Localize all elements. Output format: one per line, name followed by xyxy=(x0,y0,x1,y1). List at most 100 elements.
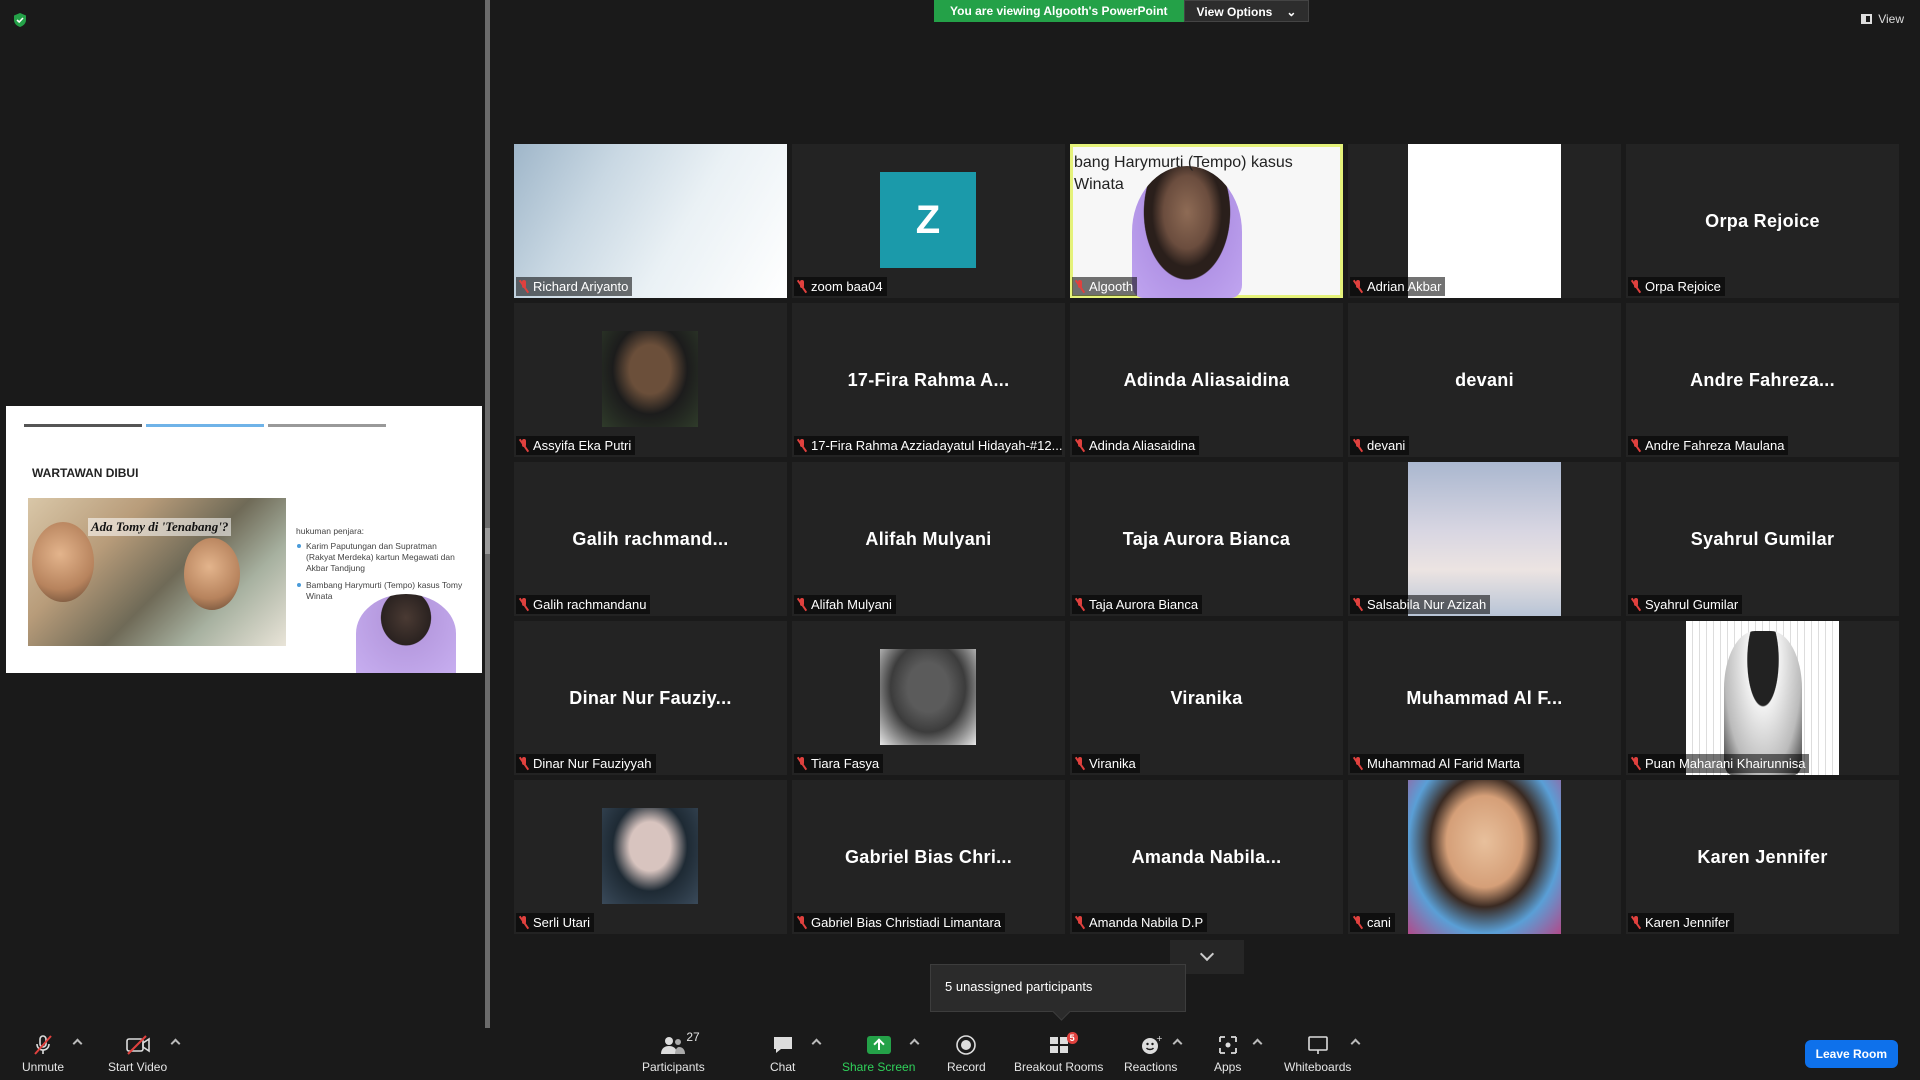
participant-name: devani xyxy=(1367,438,1406,453)
participant-name-label: Adinda Aliasaidina xyxy=(1072,436,1200,455)
share-screen-button[interactable]: Share Screen xyxy=(842,1034,915,1074)
participant-tile[interactable]: Karen Jennifer Karen Jennifer xyxy=(1626,780,1899,934)
mic-muted-icon xyxy=(1631,916,1641,929)
participant-display-name: Galih rachmand... xyxy=(572,528,729,549)
participant-video xyxy=(1686,621,1839,775)
participant-name-label: Galih rachmandanu xyxy=(516,595,651,614)
participant-photo xyxy=(602,331,698,427)
participant-tile[interactable]: Dinar Nur Fauziy... Dinar Nur Fauziyyah xyxy=(514,621,787,775)
breakout-rooms-button[interactable]: 5 Breakout Rooms xyxy=(1014,1032,1103,1074)
participant-tile[interactable]: Richard Ariyanto xyxy=(514,144,787,298)
chevron-down-icon: ⌄ xyxy=(1286,5,1297,19)
participant-tile[interactable]: Puan Maharani Khairunnisa xyxy=(1626,621,1899,775)
avatar: Z xyxy=(880,172,976,268)
participant-video xyxy=(1408,144,1561,298)
mic-muted-icon xyxy=(1075,280,1085,293)
whiteboards-options-caret[interactable] xyxy=(1350,1038,1361,1049)
start-video-label: Start Video xyxy=(108,1060,168,1074)
mic-muted-icon xyxy=(519,916,529,929)
splitter-handle[interactable] xyxy=(485,528,490,554)
mic-muted-icon xyxy=(797,916,807,929)
mic-muted-icon xyxy=(519,280,529,293)
participant-name: Karen Jennifer xyxy=(1645,915,1730,930)
audio-options-caret[interactable] xyxy=(72,1038,83,1049)
participant-tile[interactable]: Serli Utari xyxy=(514,780,787,934)
participant-name-label: devani xyxy=(1350,436,1410,455)
view-label: View xyxy=(1878,12,1904,26)
record-label: Record xyxy=(947,1060,986,1074)
record-button[interactable]: Record xyxy=(947,1034,986,1074)
participant-tile[interactable]: Adrian Akbar xyxy=(1348,144,1621,298)
leave-room-button[interactable]: Leave Room xyxy=(1804,1040,1898,1068)
apps-button[interactable]: Apps xyxy=(1214,1034,1241,1074)
participant-tile[interactable]: devani devani xyxy=(1348,303,1621,457)
participant-video xyxy=(1408,462,1561,616)
participant-name: 17-Fira Rahma Azziadayatul Hidayah-#12..… xyxy=(811,438,1062,453)
view-button[interactable]: View xyxy=(1861,12,1904,26)
participant-display-name: Amanda Nabila... xyxy=(1131,846,1282,867)
unmute-label: Unmute xyxy=(22,1060,65,1074)
slide-person-image xyxy=(32,522,94,602)
mic-muted-icon xyxy=(519,439,529,452)
participant-name-label: Adrian Akbar xyxy=(1350,277,1446,296)
participant-tile[interactable]: Galih rachmand... Galih rachmandanu xyxy=(514,462,787,616)
participant-tile[interactable]: Salsabila Nur Azizah xyxy=(1348,462,1621,616)
participant-name: Viranika xyxy=(1089,756,1136,771)
whiteboards-button[interactable]: Whiteboards xyxy=(1284,1034,1351,1074)
participant-name: Dinar Nur Fauziyyah xyxy=(533,756,652,771)
participant-tile[interactable]: Gabriel Bias Chri... Gabriel Bias Christi… xyxy=(792,780,1065,934)
reactions-button[interactable]: + Reactions xyxy=(1124,1034,1177,1074)
view-options-button[interactable]: View Options ⌄ xyxy=(1183,0,1310,22)
participant-name: Assyifa Eka Putri xyxy=(533,438,632,453)
smiley-icon: + xyxy=(1140,1034,1162,1056)
participant-tile[interactable]: Andre Fahreza... Andre Fahreza Maulana xyxy=(1626,303,1899,457)
mic-muted-icon xyxy=(1353,916,1363,929)
participant-name-label: Syahrul Gumilar xyxy=(1628,595,1743,614)
participant-tile[interactable]: Alifah Mulyani Alifah Mulyani xyxy=(792,462,1065,616)
chat-icon xyxy=(771,1034,795,1056)
participants-icon: 27 xyxy=(660,1030,700,1056)
unmute-button[interactable]: Unmute xyxy=(22,1034,64,1074)
record-icon xyxy=(955,1034,977,1056)
participant-name-label: Orpa Rejoice xyxy=(1628,277,1725,296)
participant-video xyxy=(1408,780,1561,934)
participant-tile[interactable]: Syahrul Gumilar Syahrul Gumilar xyxy=(1626,462,1899,616)
participant-tile[interactable]: Orpa Rejoice Orpa Rejoice xyxy=(1626,144,1899,298)
participant-tile[interactable]: Viranika Viranika xyxy=(1070,621,1343,775)
mic-muted-icon xyxy=(1353,439,1363,452)
participant-name: Gabriel Bias Christiadi Limantara xyxy=(811,915,1002,930)
mic-muted-icon xyxy=(1353,757,1363,770)
participant-tile[interactable]: Assyifa Eka Putri xyxy=(514,303,787,457)
apps-label: Apps xyxy=(1214,1060,1242,1074)
participant-name: Richard Ariyanto xyxy=(533,279,629,294)
participant-tile[interactable]: cani xyxy=(1348,780,1621,934)
breakout-rooms-icon: 5 xyxy=(1048,1032,1078,1056)
shield-icon[interactable] xyxy=(12,12,28,28)
apps-options-caret[interactable] xyxy=(1252,1038,1263,1049)
mic-muted-icon xyxy=(1631,439,1641,452)
participant-display-name: Adinda Aliasaidina xyxy=(1123,369,1290,390)
participant-name-label: cani xyxy=(1350,913,1395,932)
participant-name-label: Karen Jennifer xyxy=(1628,913,1734,932)
participant-tile[interactable]: bang Harymurti (Tempo) kasus Winata Algoo… xyxy=(1070,144,1343,298)
participant-tile[interactable]: Zzoom baa04 xyxy=(792,144,1065,298)
participant-tile[interactable]: 17-Fira Rahma A... 17-Fira Rahma Azziaday… xyxy=(792,303,1065,457)
participant-name: zoom baa04 xyxy=(811,279,883,294)
participant-name: Andre Fahreza Maulana xyxy=(1645,438,1785,453)
chat-button[interactable]: Chat xyxy=(770,1034,795,1074)
start-video-button[interactable]: Start Video xyxy=(108,1034,167,1074)
participant-name-label: Taja Aurora Bianca xyxy=(1072,595,1203,614)
whiteboard-icon xyxy=(1307,1034,1329,1056)
participant-tile[interactable]: Amanda Nabila... Amanda Nabila D.P xyxy=(1070,780,1343,934)
video-options-caret[interactable] xyxy=(170,1038,181,1049)
participant-tile[interactable]: Muhammad Al F... Muhammad Al Farid Marta xyxy=(1348,621,1621,775)
chat-options-caret[interactable] xyxy=(811,1038,822,1049)
participant-name-label: Serli Utari xyxy=(516,913,595,932)
svg-text:+: + xyxy=(1156,1034,1162,1043)
participant-tile[interactable]: Taja Aurora Bianca Taja Aurora Bianca xyxy=(1070,462,1343,616)
reactions-label: Reactions xyxy=(1124,1060,1178,1074)
participant-tile[interactable]: Tiara Fasya xyxy=(792,621,1065,775)
participants-button[interactable]: 27 Participants xyxy=(642,1030,705,1074)
panel-splitter[interactable] xyxy=(485,0,490,1028)
participant-tile[interactable]: Adinda Aliasaidina Adinda Aliasaidina xyxy=(1070,303,1343,457)
